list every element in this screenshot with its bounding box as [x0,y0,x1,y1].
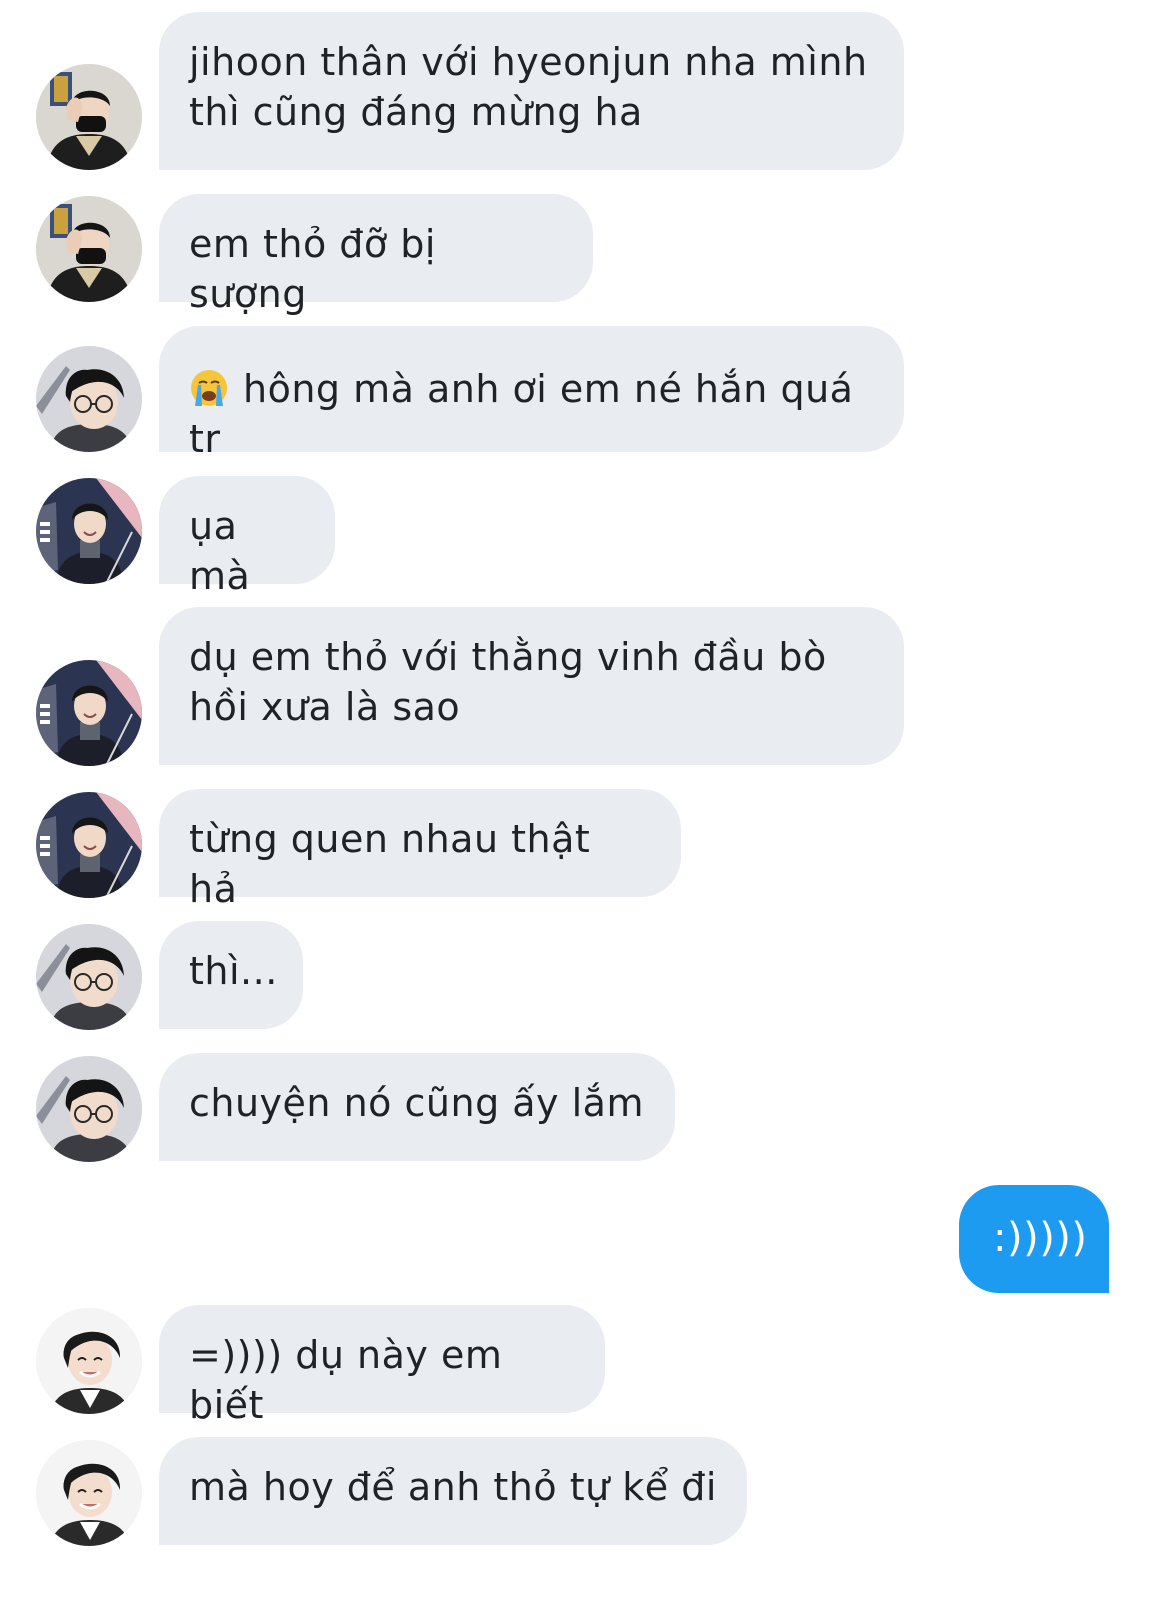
message-text: hông mà anh ơi em né hắn quá tr [189,367,854,461]
avatar-user-smiling[interactable] [36,1440,142,1546]
message-text: jihoon thân với hyeonjun nha mình thì cũ… [189,40,868,134]
message-bubble: từng quen nhau thật hả [159,789,681,911]
message-bubble: thì... [159,921,303,1029]
avatar-user-masked[interactable] [36,196,142,302]
message-text: thì... [189,949,278,993]
message-text: chuyện nó cũng ấy lắm [189,1081,644,1125]
avatar-user-masked[interactable] [36,64,142,170]
message-text: =)))) dụ này em biết [189,1333,503,1427]
avatar-user-glasses[interactable] [36,1056,142,1162]
avatar-user-glasses[interactable] [36,346,142,452]
message-bubble: hông mà anh ơi em né hắn quá tr [159,326,904,461]
message-text: em thỏ đỡ bị sượng [189,222,436,316]
message-bubble: jihoon thân với hyeonjun nha mình thì cũ… [159,12,904,170]
message-bubble: ụa mà [159,476,335,598]
message-text: ụa mà [189,504,251,598]
sent-message-bubble: :))))) [959,1185,1109,1293]
message-text: dụ em thỏ với thằng vinh đầu bò hồi xưa … [189,635,827,729]
avatar-user-turtleneck[interactable] [36,478,142,584]
message-bubble: chuyện nó cũng ấy lắm [159,1053,675,1161]
message-bubble: em thỏ đỡ bị sượng [159,194,593,316]
avatar-user-turtleneck[interactable] [36,792,142,898]
avatar-user-turtleneck[interactable] [36,660,142,766]
message-bubble: dụ em thỏ với thằng vinh đầu bò hồi xưa … [159,607,904,765]
message-bubble: =)))) dụ này em biết [159,1305,605,1427]
avatar-user-smiling[interactable] [36,1308,142,1414]
message-text: mà hoy để anh thỏ tự kể đi [189,1465,717,1509]
message-bubble: mà hoy để anh thỏ tự kể đi [159,1437,747,1545]
message-text: :))))) [993,1215,1088,1261]
chat-thread: jihoon thân với hyeonjun nha mình thì cũ… [0,0,1170,1604]
avatar-user-glasses[interactable] [36,924,142,1030]
loudly-crying-face-emoji [191,370,227,406]
message-text: từng quen nhau thật hả [189,817,591,911]
